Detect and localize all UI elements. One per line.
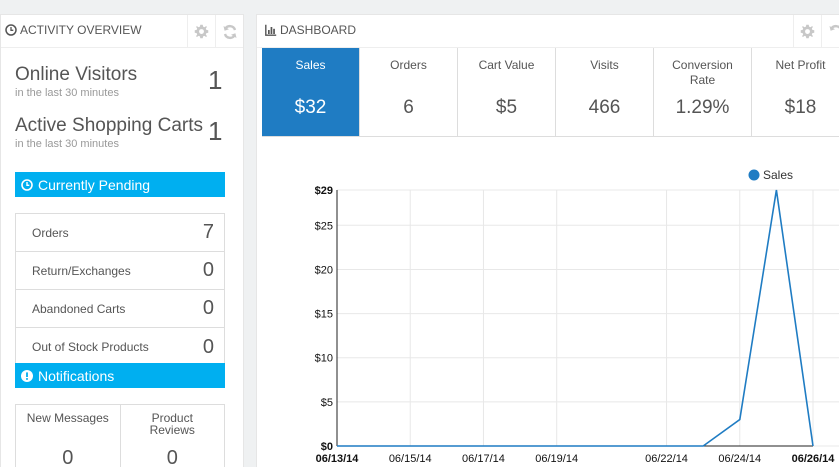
notifications-title: Notifications bbox=[38, 367, 115, 384]
activity-overview-header: ACTIVITY OVERVIEW bbox=[1, 15, 243, 48]
kpi-cart-value-value: $5 bbox=[495, 97, 518, 118]
x-tick-label: 06/17/14 bbox=[462, 453, 505, 465]
legend-swatch bbox=[748, 169, 760, 181]
exclamation-icon bbox=[21, 369, 33, 382]
new-messages-value: 0 bbox=[62, 447, 74, 467]
dashboard-title: DASHBOARD bbox=[280, 23, 357, 37]
legend-label: Sales bbox=[763, 168, 793, 182]
pending-orders-row[interactable]: Orders 7 bbox=[16, 214, 224, 252]
dashboard-refresh-button[interactable] bbox=[821, 15, 839, 48]
pending-abandoned-carts-label: Abandoned Carts bbox=[32, 301, 126, 316]
online-visitors-value: 1 bbox=[208, 65, 223, 95]
dashboard-settings-button[interactable] bbox=[793, 15, 821, 48]
bar-chart-icon bbox=[265, 24, 277, 36]
active-carts-value: 1 bbox=[208, 116, 223, 146]
kpi-visits-label: Visits bbox=[590, 58, 619, 72]
kpi-sales[interactable]: Sales $32 bbox=[262, 48, 360, 136]
x-tick-label: 06/19/14 bbox=[535, 453, 578, 465]
activity-refresh-button[interactable] bbox=[215, 15, 243, 48]
kpi-visits-value: 466 bbox=[588, 97, 621, 118]
x-tick-label: 06/22/14 bbox=[645, 453, 688, 465]
product-reviews-cell[interactable]: Product Reviews 0 bbox=[119, 405, 225, 467]
x-tick-label: 06/24/14 bbox=[718, 453, 761, 465]
notifications-box: New Messages 0 Product Reviews 0 bbox=[15, 404, 225, 467]
refresh-icon bbox=[829, 24, 839, 31]
kpi-visits[interactable]: Visits 466 bbox=[556, 48, 654, 136]
activity-overview-title: ACTIVITY OVERVIEW bbox=[20, 23, 142, 37]
clock-icon bbox=[5, 24, 17, 36]
new-messages-cell[interactable]: New Messages 0 bbox=[16, 405, 120, 467]
online-visitors-label: Online Visitors bbox=[15, 64, 138, 85]
dashboard-panel: DASHBOARD Sales $32 Orders 6 Cart Value … bbox=[256, 14, 839, 467]
kpi-net-profit[interactable]: Net Profit $18 bbox=[752, 48, 839, 136]
kpi-conversion-rate-value: 1.29% bbox=[675, 97, 730, 118]
pending-returns-value: 0 bbox=[202, 259, 214, 281]
kpi-net-profit-value: $18 bbox=[784, 97, 817, 118]
y-tick-label: $5 bbox=[321, 397, 333, 409]
new-messages-label: New Messages bbox=[26, 411, 109, 425]
currently-pending-title: Currently Pending bbox=[38, 176, 151, 193]
kpi-cart-value[interactable]: Cart Value $5 bbox=[458, 48, 556, 136]
pending-returns-row[interactable]: Return/Exchanges 0 bbox=[16, 252, 224, 290]
kpi-orders-label: Orders bbox=[390, 58, 427, 72]
x-tick-label: 06/26/14 bbox=[792, 453, 836, 465]
pending-returns-label: Return/Exchanges bbox=[32, 263, 131, 278]
kpi-sales-value: $32 bbox=[294, 97, 327, 118]
dashboard-header: DASHBOARD bbox=[257, 15, 839, 48]
activity-overview-panel: ACTIVITY OVERVIEW Online Visitors in the… bbox=[0, 14, 244, 467]
kpi-conversion-rate[interactable]: Conversion Rate 1.29% bbox=[654, 48, 752, 136]
active-carts-stat: Active Shopping Carts in the last 30 min… bbox=[15, 115, 203, 150]
online-visitors-stat: Online Visitors in the last 30 minutes bbox=[15, 64, 137, 99]
kpi-net-profit-label: Net Profit bbox=[775, 58, 826, 72]
y-tick-label: $20 bbox=[315, 264, 333, 276]
pending-out-of-stock-row[interactable]: Out of Stock Products 0 bbox=[16, 328, 224, 366]
y-tick-label: $0 bbox=[321, 441, 333, 453]
clock-icon bbox=[21, 178, 33, 191]
kpi-orders[interactable]: Orders 6 bbox=[360, 48, 458, 136]
kpi-cart-value-label: Cart Value bbox=[478, 58, 535, 72]
pending-abandoned-carts-row[interactable]: Abandoned Carts 0 bbox=[16, 290, 224, 328]
sales-series-line bbox=[337, 189, 814, 447]
activity-settings-button[interactable] bbox=[187, 15, 215, 48]
y-tick-label: $25 bbox=[315, 220, 333, 232]
active-carts-sub: in the last 30 minutes bbox=[15, 138, 119, 150]
y-tick-label: $29 bbox=[315, 185, 333, 197]
kpi-orders-value: 6 bbox=[403, 97, 414, 118]
active-carts-label: Active Shopping Carts bbox=[15, 115, 203, 136]
pending-out-of-stock-value: 0 bbox=[202, 335, 214, 358]
product-reviews-value: 0 bbox=[166, 447, 178, 467]
pending-list: Orders 7 Return/Exchanges 0 Abandoned Ca… bbox=[15, 213, 225, 367]
refresh-icon bbox=[223, 24, 236, 39]
product-reviews-label: Product Reviews bbox=[149, 411, 195, 437]
currently-pending-header: Currently Pending bbox=[15, 172, 225, 197]
gear-icon bbox=[800, 24, 815, 39]
x-tick-label: 06/13/14 bbox=[316, 453, 360, 465]
kpi-conversion-rate-label: Conversion Rate bbox=[672, 58, 733, 87]
sales-chart: $0 $5 $10 $15 $20 $25 $29 06/13/14 06/15/14 06/17… bbox=[257, 145, 839, 467]
sales-line-chart: $0 $5 $10 $15 $20 $25 $29 06/13/14 06/15/14 06/17… bbox=[315, 168, 839, 465]
pending-abandoned-carts-value: 0 bbox=[202, 297, 214, 319]
kpi-row: Sales $32 Orders 6 Cart Value $5 Visits … bbox=[262, 48, 839, 137]
pending-orders-value: 7 bbox=[202, 221, 214, 243]
pending-orders-label: Orders bbox=[32, 225, 69, 240]
x-tick-label: 06/15/14 bbox=[389, 453, 432, 465]
kpi-sales-label: Sales bbox=[295, 58, 326, 72]
notifications-header: Notifications bbox=[15, 363, 225, 388]
y-tick-label: $15 bbox=[315, 309, 333, 321]
gear-icon bbox=[194, 24, 209, 39]
y-tick-label: $10 bbox=[315, 353, 333, 365]
pending-out-of-stock-label: Out of Stock Products bbox=[32, 340, 149, 354]
online-visitors-sub: in the last 30 minutes bbox=[15, 87, 119, 99]
